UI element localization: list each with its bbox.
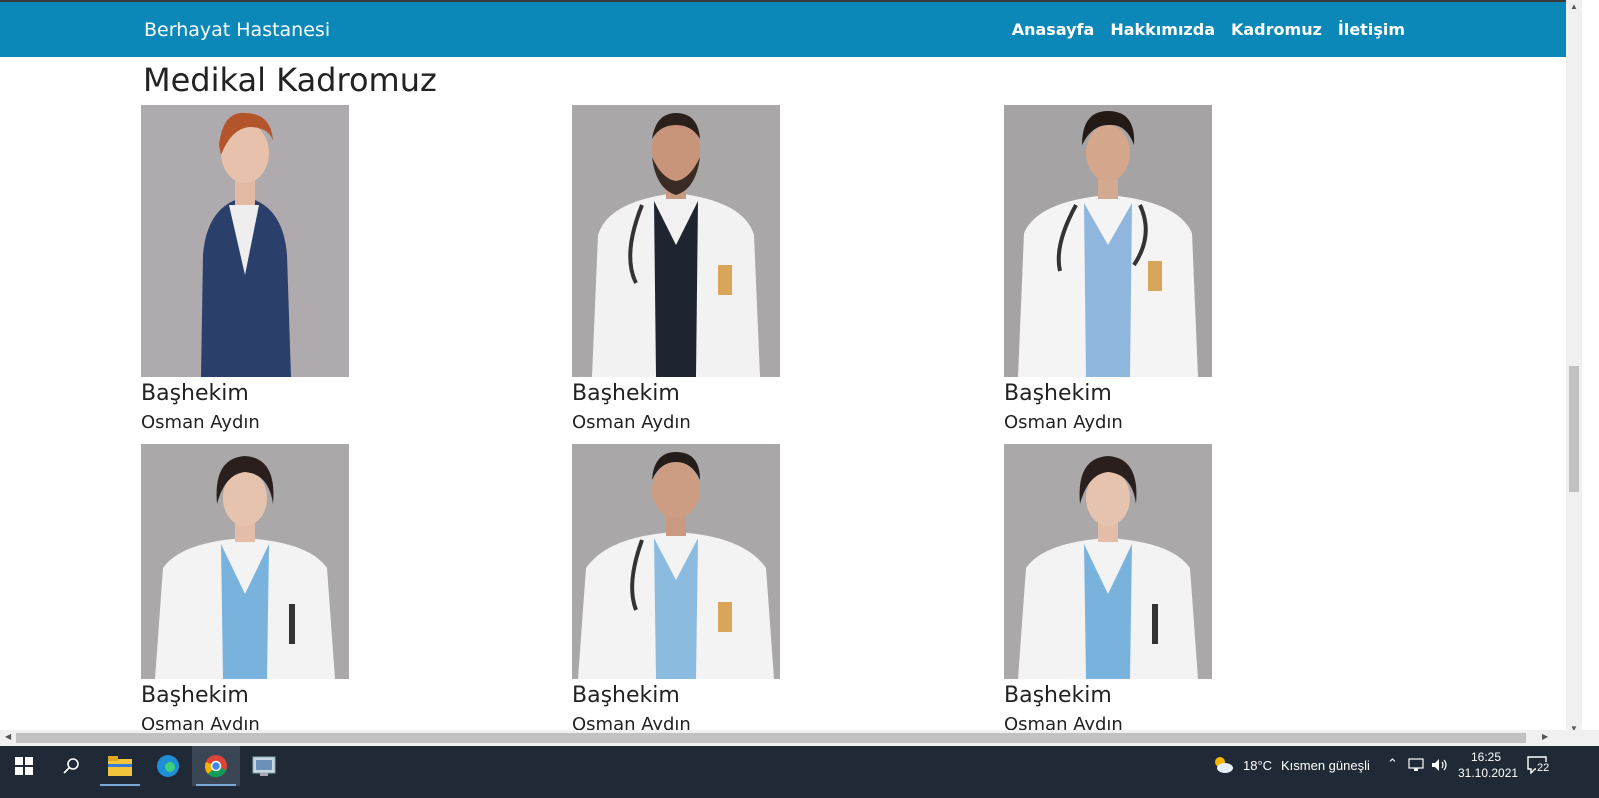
file-explorer-icon[interactable]: [96, 746, 144, 786]
brand-link[interactable]: Berhayat Hastanesi: [144, 19, 330, 41]
staff-photo: [1004, 444, 1212, 679]
staff-photo: [141, 444, 349, 679]
staff-title: Başhekim: [141, 381, 249, 406]
staff-title: Başhekim: [572, 683, 680, 708]
navbar: Berhayat Hastanesi Anasayfa Hakkımızda K…: [0, 2, 1566, 57]
clock-date: 31.10.2021: [1458, 766, 1519, 780]
search-icon[interactable]: [48, 746, 96, 786]
windows-start-icon[interactable]: [0, 746, 48, 786]
taskbar: 18°C Kısmen güneşli ⌃ 16:25 31.10.2021 2…: [0, 746, 1599, 798]
staff-photo: [572, 105, 780, 377]
staff-name: Osman Aydın: [141, 412, 260, 433]
scroll-up-icon[interactable]: ▲: [1570, 2, 1578, 11]
weather-temp[interactable]: 18°C: [1243, 758, 1272, 773]
main-content: Medikal Kadromuz Başhekim Osman Aydın Ba…: [0, 57, 1566, 746]
nav-link-hakkimizda[interactable]: Hakkımızda: [1110, 20, 1215, 39]
app-icon[interactable]: [240, 746, 288, 786]
nav-links: Anasayfa Hakkımızda Kadromuz İletişim: [1012, 20, 1405, 39]
staff-photo: [1004, 105, 1212, 377]
staff-name: Osman Aydın: [1004, 412, 1123, 433]
staff-card: Başhekim Osman Aydın: [1004, 444, 1304, 737]
notification-count: 22: [1536, 762, 1551, 774]
weather-desc[interactable]: Kısmen güneşli: [1281, 758, 1370, 773]
staff-title: Başhekim: [141, 683, 249, 708]
chevron-up-icon[interactable]: ⌃: [1387, 756, 1398, 772]
weather-icon[interactable]: [1212, 755, 1234, 780]
vertical-scroll-thumb[interactable]: [1569, 366, 1579, 492]
staff-card: Başhekim Osman Aydın: [1004, 105, 1304, 435]
page-title: Medikal Kadromuz: [143, 61, 437, 99]
staff-card: Başhekim Osman Aydın: [572, 444, 872, 737]
staff-title: Başhekim: [1004, 683, 1112, 708]
staff-title: Başhekim: [572, 381, 680, 406]
scroll-left-icon[interactable]: ◀: [5, 732, 11, 741]
nav-link-iletisim[interactable]: İletişim: [1338, 20, 1405, 39]
clock-time: 16:25: [1470, 750, 1502, 764]
horizontal-scroll-thumb[interactable]: [16, 733, 1526, 743]
nav-link-kadromuz[interactable]: Kadromuz: [1231, 20, 1322, 39]
scroll-right-icon[interactable]: ▶: [1542, 732, 1548, 741]
staff-card: Başhekim Osman Aydın: [141, 444, 441, 737]
staff-name: Osman Aydın: [572, 412, 691, 433]
chrome-icon[interactable]: [192, 746, 240, 786]
staff-photo: [141, 105, 349, 377]
scrollbar-corner: [1566, 730, 1599, 746]
clock[interactable]: 16:25 31.10.2021: [1458, 749, 1519, 781]
staff-photo: [572, 444, 780, 679]
nav-link-anasayfa[interactable]: Anasayfa: [1012, 20, 1095, 39]
staff-title: Başhekim: [1004, 381, 1112, 406]
network-icon[interactable]: [1408, 758, 1424, 777]
notification-icon[interactable]: 22: [1527, 754, 1553, 778]
edge-icon[interactable]: [144, 746, 192, 786]
staff-card: Başhekim Osman Aydın: [572, 105, 872, 435]
window-edge: [1582, 0, 1599, 746]
volume-icon[interactable]: [1431, 758, 1449, 777]
vertical-scrollbar[interactable]: ▲ ▼: [1566, 0, 1582, 746]
horizontal-scrollbar[interactable]: ◀ ▶: [0, 730, 1566, 746]
staff-card: Başhekim Osman Aydın: [141, 105, 441, 435]
